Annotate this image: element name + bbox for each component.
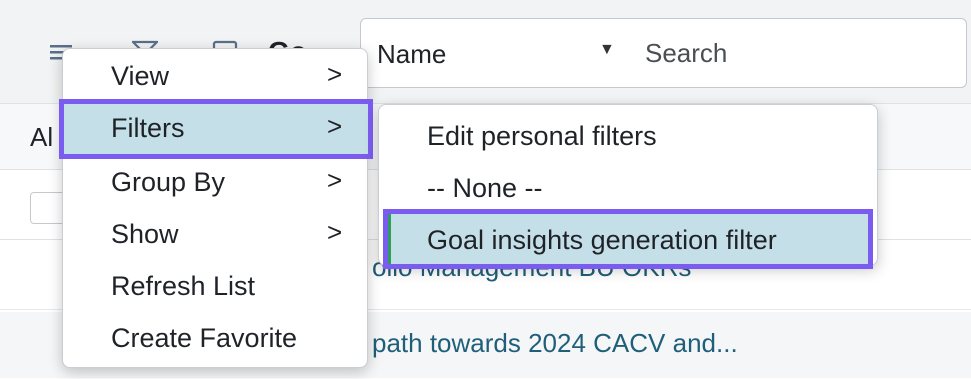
chevron-right-icon: > bbox=[327, 217, 343, 247]
menu-item-label: Filters bbox=[111, 113, 185, 143]
menu-item-label: Create Favorite bbox=[111, 323, 298, 353]
menu-item-label: Refresh List bbox=[111, 271, 256, 301]
submenu-item-edit-personal-filters[interactable]: Edit personal filters bbox=[379, 109, 879, 161]
subheader-text: Al bbox=[30, 122, 54, 152]
menu-item-create-favorite[interactable]: Create Favorite bbox=[63, 313, 369, 365]
menu-item-group-by[interactable]: Group By > bbox=[63, 157, 369, 209]
menu-item-refresh-list[interactable]: Refresh List bbox=[63, 261, 369, 313]
submenu-item-none[interactable]: -- None -- bbox=[379, 161, 879, 213]
menu-item-show[interactable]: Show > bbox=[63, 209, 369, 261]
chevron-right-icon: > bbox=[327, 111, 343, 141]
record-link[interactable]: path towards 2024 CACV and... bbox=[372, 328, 738, 359]
submenu-item-label: Edit personal filters bbox=[427, 121, 657, 151]
menu-item-label: Group By bbox=[111, 167, 226, 197]
list-context-menu: View > Filters > Group By > Show > Refre… bbox=[59, 48, 373, 368]
menu-item-label: View bbox=[111, 61, 170, 91]
filters-submenu: Edit personal filters -- None -- Goal in… bbox=[378, 104, 879, 269]
chevron-right-icon: > bbox=[327, 59, 343, 89]
search-field-select-value: Name bbox=[377, 39, 447, 69]
search-field-select[interactable]: Name ▼ bbox=[360, 18, 630, 88]
submenu-item-label: -- None -- bbox=[427, 173, 543, 203]
chevron-down-icon: ▼ bbox=[599, 41, 615, 58]
menu-item-filters[interactable]: Filters > bbox=[59, 99, 373, 159]
chevron-right-icon: > bbox=[327, 165, 343, 195]
menu-item-view[interactable]: View > bbox=[63, 51, 369, 103]
submenu-item-goal-insights-generation-filter[interactable]: Goal insights generation filter bbox=[383, 209, 873, 269]
menu-item-label: Show bbox=[111, 219, 179, 249]
submenu-item-label: Goal insights generation filter bbox=[427, 225, 777, 255]
search-input[interactable] bbox=[629, 18, 967, 88]
